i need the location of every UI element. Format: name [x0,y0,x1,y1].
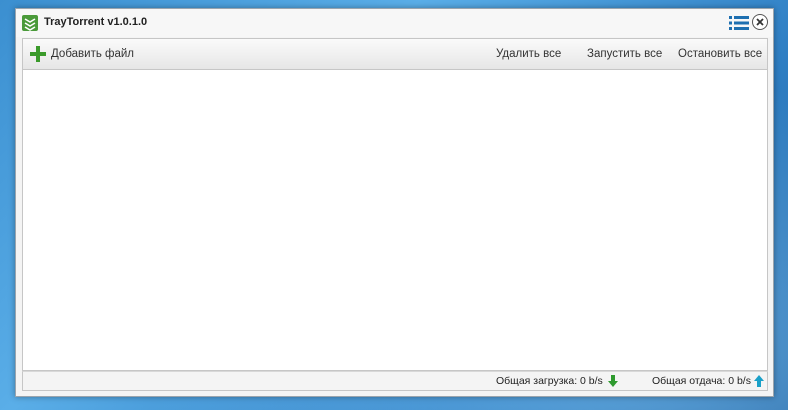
start-all-button[interactable]: Запустить все [587,39,662,69]
add-file-label: Добавить файл [51,48,135,60]
arrow-down-icon [608,375,618,387]
close-button[interactable] [752,14,768,30]
title-bar[interactable]: TrayTorrent v1.0.1.0 [16,9,773,37]
stop-all-button[interactable]: Остановить все [678,39,762,69]
traytorrent-logo-icon [22,15,38,31]
toolbar: Добавить файл Удалить все Запустить все … [22,38,768,70]
delete-all-button[interactable]: Удалить все [496,39,561,69]
total-download-speed: Общая загрузка: 0 b/s [496,375,603,387]
status-bar: Общая загрузка: 0 b/s Общая отдача: 0 b/… [22,371,768,391]
traytorrent-window: TrayTorrent v1.0.1.0 Добавить файл Удали… [15,8,774,397]
window-title: TrayTorrent v1.0.1.0 [44,16,148,28]
list-menu-icon[interactable] [729,15,749,31]
torrent-list[interactable] [22,70,768,371]
total-upload-speed: Общая отдача: 0 b/s [652,375,751,387]
plus-icon [30,46,46,62]
close-icon [756,18,764,26]
arrow-up-icon [754,375,764,387]
